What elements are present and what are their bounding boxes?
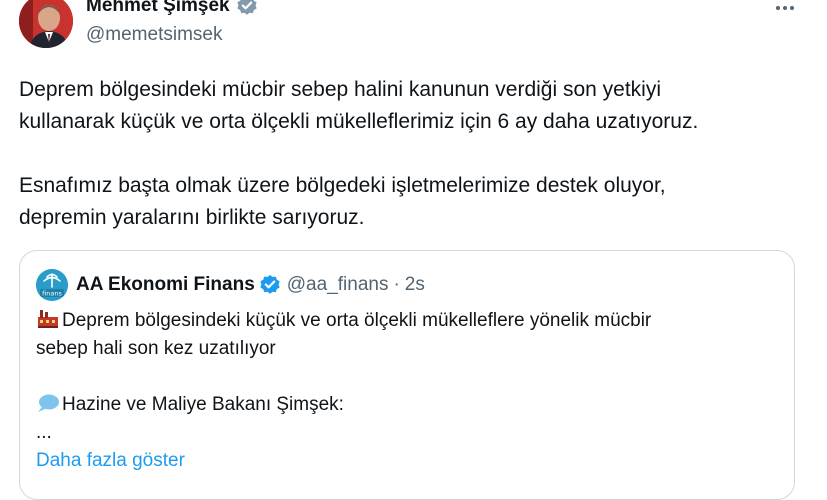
speech-bubble-emoji-icon	[36, 393, 60, 413]
more-options-icon[interactable]	[774, 0, 796, 16]
quoted-line: Deprem bölgesindeki küçük ve orta ölçekl…	[36, 307, 776, 335]
quoted-logo-text: finans	[42, 290, 62, 298]
quoted-timestamp[interactable]: 2s	[405, 274, 425, 296]
quoted-line: ...	[36, 422, 52, 443]
quoted-line-text: Deprem bölgesindeki küçük ve orta ölçekl…	[62, 310, 652, 331]
author-handle[interactable]: @memetsimsek	[86, 24, 222, 46]
tweet-text: Deprem bölgesindeki mücbir sebep halini …	[19, 74, 809, 234]
factory-emoji-icon	[36, 309, 60, 329]
quoted-author-handle[interactable]: @aa_finans	[287, 274, 389, 296]
tweet-line: Esnafımız başta olmak üzere bölgedeki iş…	[19, 174, 666, 197]
author-name[interactable]: Mehmet Şimşek	[86, 0, 230, 17]
quoted-line: Daha fazla göster	[36, 447, 776, 475]
quoted-author-name[interactable]: AA Ekonomi Finans	[76, 274, 255, 296]
author-avatar[interactable]	[19, 0, 73, 48]
verified-badge-icon[interactable]	[259, 274, 281, 296]
tweet-line: kullanarak küçük ve orta ölçekli mükelle…	[19, 110, 699, 133]
quoted-tweet-header: finans AA Ekonomi Finans @aa_finans · 2s	[36, 269, 425, 301]
quoted-author-avatar[interactable]: finans	[36, 269, 68, 301]
quoted-tweet-card[interactable]: finans AA Ekonomi Finans @aa_finans · 2s…	[19, 250, 795, 500]
tweet-line: depremin yaralarını birlikte sarıyoruz.	[19, 206, 365, 229]
quoted-line: Hazine ve Maliye Bakanı Şimşek:	[36, 391, 776, 419]
quoted-line-text: Hazine ve Maliye Bakanı Şimşek:	[62, 394, 344, 415]
author-name-row[interactable]: Mehmet Şimşek	[86, 0, 258, 17]
quoted-line: sebep hali son kez uzatılıyor	[36, 338, 276, 359]
quoted-tweet-body: Deprem bölgesindeki küçük ve orta ölçekl…	[36, 307, 776, 475]
show-more-link[interactable]: Daha fazla göster	[36, 450, 185, 471]
separator-dot: ·	[393, 274, 400, 295]
verified-badge-icon[interactable]	[236, 0, 258, 17]
tweet-line: Deprem bölgesindeki mücbir sebep halini …	[19, 78, 662, 101]
